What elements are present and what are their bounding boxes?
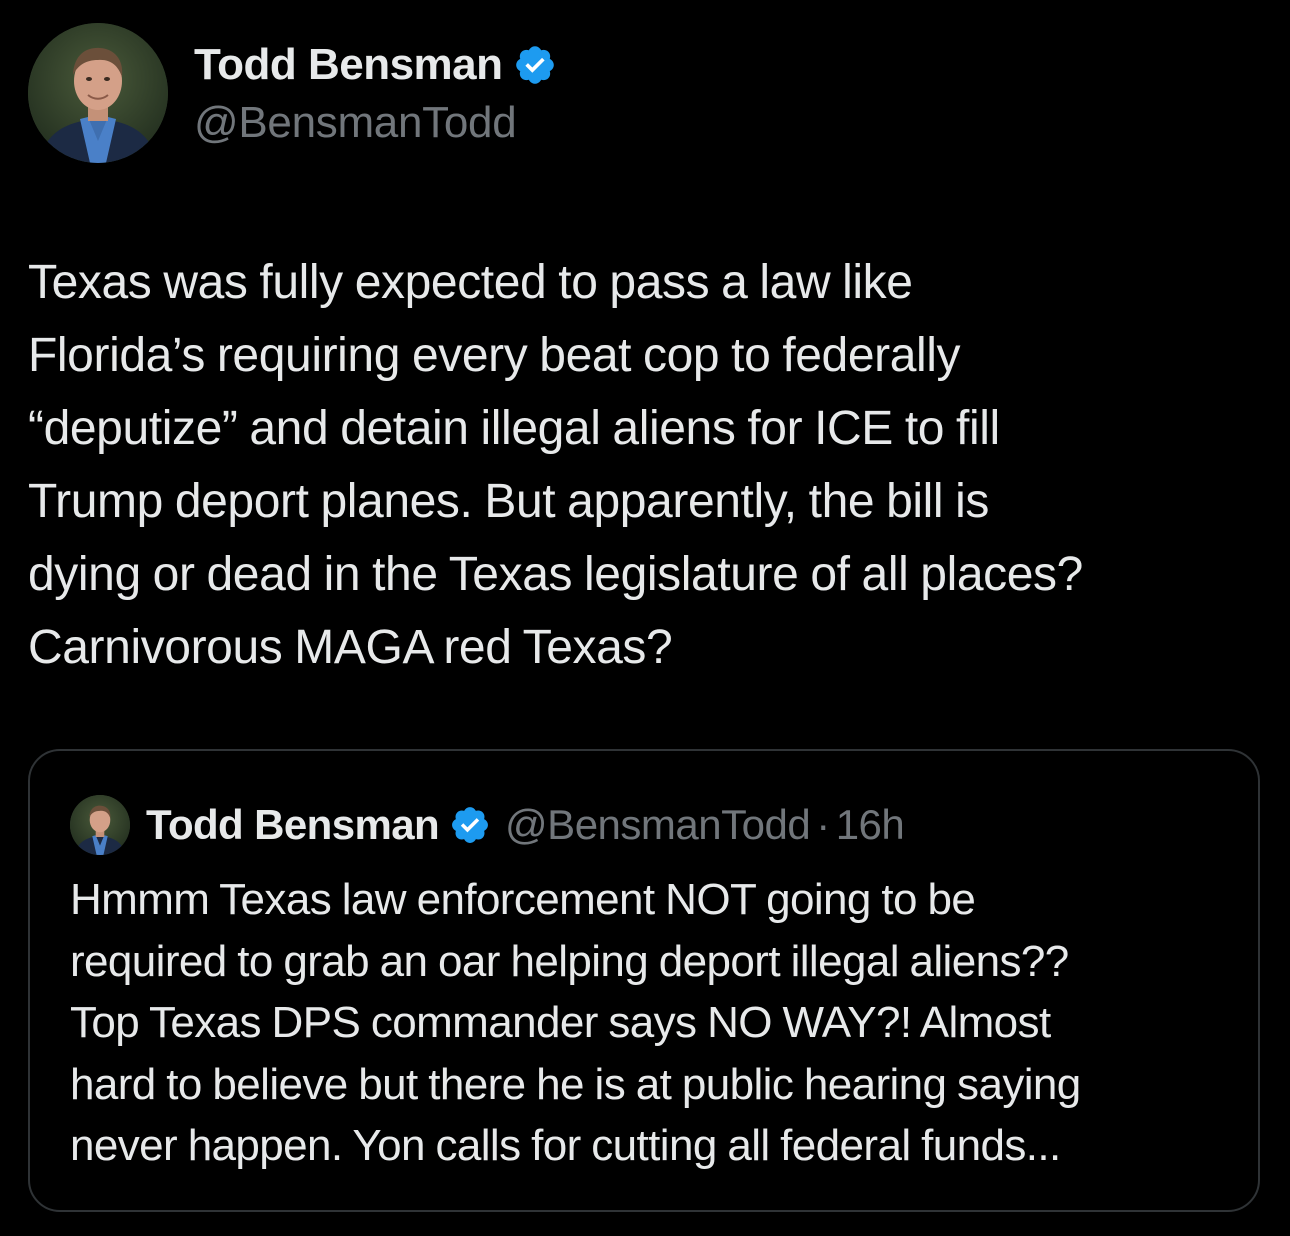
quoted-tweet-card[interactable]: Todd Bensman @BensmanTodd · 16h Hmmm Tex… [28,749,1260,1212]
quoted-text-line: required to grab an oar helping deport i… [70,936,1069,986]
tweet: Todd Bensman @BensmanTodd Texas was full… [0,0,1290,1236]
quoted-text-line: never happen. Yon calls for cutting all … [70,1121,1061,1170]
avatar-photo-icon [70,795,130,855]
verified-badge-icon [515,46,554,84]
quoted-author-name[interactable]: Todd Bensman [146,801,440,849]
quoted-author-handle[interactable]: @BensmanTodd [505,801,811,849]
quoted-text-line: Top Texas DPS commander says NO WAY?! Al… [70,998,1051,1047]
avatar-photo-icon [28,23,168,163]
tweet-text-line: dying or dead in the Texas legislature o… [28,548,1083,601]
quoted-tweet-header: Todd Bensman @BensmanTodd · 16h [146,797,905,853]
verified-badge-icon [452,807,488,843]
author-name[interactable]: Todd Bensman [194,40,503,90]
tweet-text-line: Florida’s requiring every beat cop to fe… [28,329,961,382]
quoted-tweet-text: Hmmm Texas law enforcement NOT going to … [70,869,1240,1177]
quoted-author-avatar [70,795,130,855]
tweet-text: Texas was fully expected to pass a law l… [28,246,1268,684]
author-name-row: Todd Bensman [194,38,557,92]
quoted-text-line: Hmmm Texas law enforcement NOT going to … [70,875,976,924]
separator-dot: · [816,801,830,848]
tweet-text-line: Texas was fully expected to pass a law l… [28,256,913,309]
quoted-text-line: hard to believe but there he is at publi… [70,1059,1081,1109]
tweet-text-line: Carnivorous MAGA red Texas? [28,621,673,674]
tweet-text-line: “deputize” and detain illegal aliens for… [28,402,1000,455]
author-avatar[interactable] [28,23,168,163]
author-handle[interactable]: @BensmanTodd [194,98,517,148]
tweet-text-line: Trump deport planes. But apparently, the… [28,475,989,528]
quoted-tweet-timestamp[interactable]: 16h [836,801,905,849]
